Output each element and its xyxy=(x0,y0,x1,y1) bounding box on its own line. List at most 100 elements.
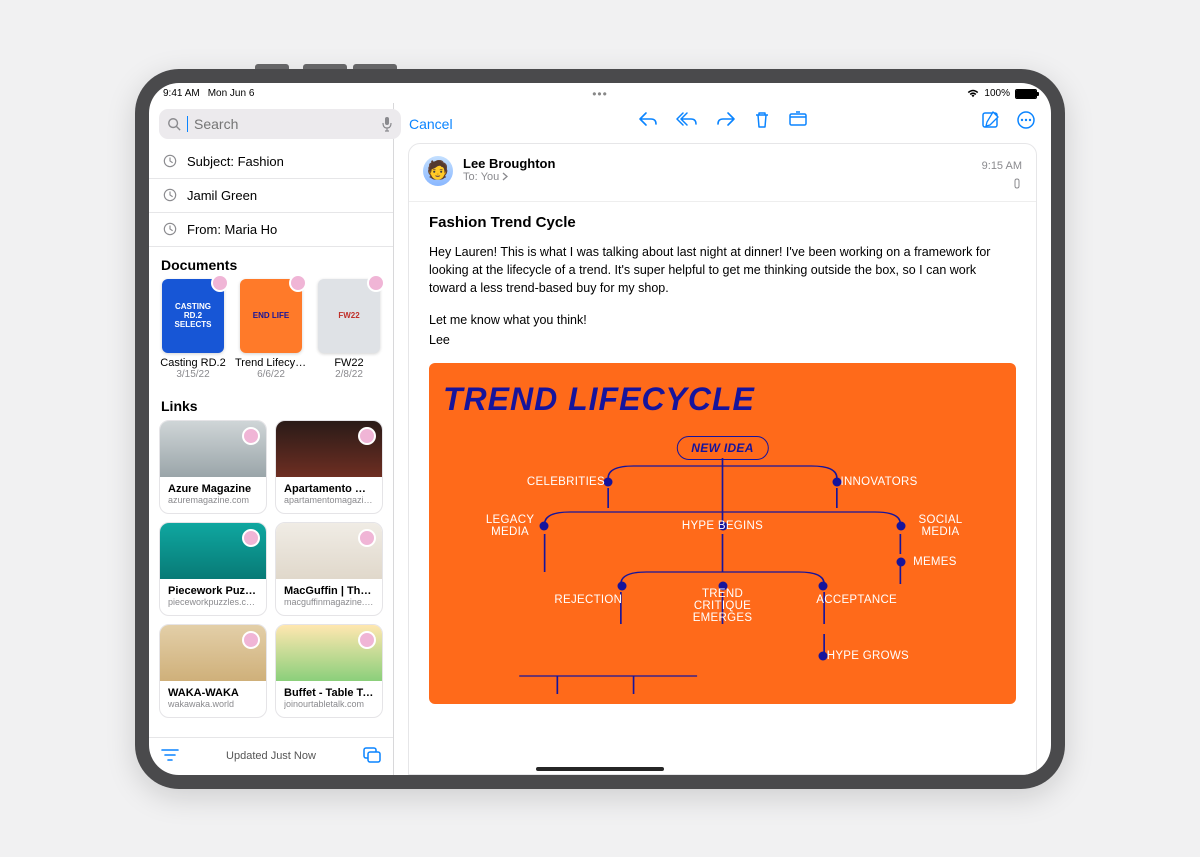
to-value: You xyxy=(481,171,500,183)
link-url: pieceworkpuzzles.com xyxy=(168,597,258,607)
link-url: wakawaka.world xyxy=(168,699,258,709)
link-image xyxy=(160,523,266,579)
flow-node-legacy: LEGACY MEDIA xyxy=(482,514,538,538)
flow-node-celebrities: CELEBRITIES xyxy=(527,476,605,488)
link-avatar-icon xyxy=(358,631,376,649)
link-card[interactable]: Apartamento Maga...apartamentomagazine.c… xyxy=(275,420,383,514)
wifi-icon xyxy=(967,89,979,98)
message-header: 🧑 Lee Broughton To: You 9:15 AM xyxy=(409,144,1036,202)
link-title: Apartamento Maga... xyxy=(284,483,374,495)
flow-node-grows: HYPE GROWS xyxy=(827,650,909,662)
status-time: 9:41 AM xyxy=(163,88,200,99)
link-title: MacGuffin | The Lif... xyxy=(284,585,374,597)
document-name: Casting RD.2 xyxy=(159,357,227,369)
attachment-image[interactable]: TREND LIFECYCLE xyxy=(429,363,1016,704)
reply-all-icon[interactable] xyxy=(676,111,698,134)
link-image xyxy=(160,421,266,477)
attachment-icon xyxy=(982,178,1022,193)
dictate-icon[interactable] xyxy=(381,116,393,132)
documents-row: CASTING RD.2 SELECTS Casting RD.2 3/15/2… xyxy=(149,279,393,390)
message-time: 9:15 AM xyxy=(982,160,1022,172)
link-card[interactable]: Piecework Puzzlespieceworkpuzzles.com xyxy=(159,522,267,616)
recent-icon xyxy=(163,154,177,168)
forward-icon[interactable] xyxy=(716,111,736,134)
attachment-title: TREND LIFECYCLE xyxy=(443,381,1002,418)
link-avatar-icon xyxy=(242,427,260,445)
thumb-text: END LIFE xyxy=(253,311,289,320)
message-paragraph: Let me know what you think! xyxy=(429,311,1016,329)
search-field[interactable] xyxy=(159,109,401,139)
doc-avatar-icon xyxy=(211,274,229,292)
home-indicator[interactable] xyxy=(536,767,664,771)
link-avatar-icon xyxy=(358,529,376,547)
link-image xyxy=(276,625,382,681)
recent-searches: Subject: Fashion Jamil Green From: Maria… xyxy=(149,145,393,247)
link-avatar-icon xyxy=(242,529,260,547)
new-window-icon[interactable] xyxy=(363,747,381,766)
reply-icon[interactable] xyxy=(638,111,658,134)
document-item[interactable]: FW22 FW22 2/8/22 xyxy=(315,279,383,380)
link-avatar-icon xyxy=(242,631,260,649)
link-image xyxy=(160,625,266,681)
search-sidebar: Cancel Subject: Fashion Jamil Green From… xyxy=(149,103,394,775)
power-button xyxy=(255,64,289,69)
link-url: macguffinmagazine.com xyxy=(284,597,374,607)
thumb-text: CASTING RD.2 SELECTS xyxy=(166,302,220,329)
archive-icon[interactable] xyxy=(788,111,808,134)
document-date: 2/8/22 xyxy=(315,369,383,380)
link-title: Piecework Puzzles xyxy=(168,585,258,597)
flow-node-memes: MEMES xyxy=(913,556,957,568)
link-url: azuremagazine.com xyxy=(168,495,258,505)
link-card[interactable]: Azure Magazineazuremagazine.com xyxy=(159,420,267,514)
flowchart: NEW IDEA CELEBRITIES INNOVATORS LEGACY M… xyxy=(443,434,1002,694)
link-card[interactable]: Buffet - Table Talkjoinourtabletalk.com xyxy=(275,624,383,718)
message-pane: 🧑 Lee Broughton To: You 9:15 AM xyxy=(394,103,1051,775)
doc-avatar-icon xyxy=(289,274,307,292)
suggestion-text: Subject: Fashion xyxy=(187,154,284,169)
sender-name[interactable]: Lee Broughton xyxy=(463,156,555,171)
suggestion-item[interactable]: From: Maria Ho xyxy=(149,212,393,246)
suggestion-item[interactable]: Jamil Green xyxy=(149,178,393,212)
flow-node-hype: HYPE BEGINS xyxy=(682,520,763,532)
recent-icon xyxy=(163,222,177,236)
volume-down-button xyxy=(353,64,397,69)
thumb-text: FW22 xyxy=(338,311,359,320)
message-toolbar xyxy=(394,103,1051,143)
recipient-row[interactable]: To: You xyxy=(463,171,555,183)
message-paragraph: Hey Lauren! This is what I was talking a… xyxy=(429,243,1016,297)
link-image xyxy=(276,523,382,579)
flow-node-social: SOCIAL MEDIA xyxy=(915,514,967,538)
screen: 9:41 AM Mon Jun 6 ••• 100% xyxy=(149,83,1051,775)
document-item[interactable]: END LIFE Trend Lifecycle 6/6/22 xyxy=(235,279,307,380)
more-icon[interactable] xyxy=(1017,111,1035,134)
link-card[interactable]: WAKA-WAKAwakawaka.world xyxy=(159,624,267,718)
link-title: WAKA-WAKA xyxy=(168,687,258,699)
multitask-dots-icon[interactable]: ••• xyxy=(592,87,608,101)
suggestion-text: Jamil Green xyxy=(187,188,257,203)
search-icon xyxy=(167,117,181,131)
update-status: Updated Just Now xyxy=(226,750,316,762)
flow-node-rejection: REJECTION xyxy=(554,594,622,606)
ipad-frame: 9:41 AM Mon Jun 6 ••• 100% xyxy=(135,69,1065,789)
flow-node-acceptance: ACCEPTANCE xyxy=(816,594,897,606)
status-date: Mon Jun 6 xyxy=(208,88,255,99)
doc-avatar-icon xyxy=(367,274,385,292)
document-item[interactable]: CASTING RD.2 SELECTS Casting RD.2 3/15/2… xyxy=(159,279,227,380)
chevron-right-icon xyxy=(502,172,509,181)
document-name: FW22 xyxy=(315,357,383,369)
link-card[interactable]: MacGuffin | The Lif...macguffinmagazine.… xyxy=(275,522,383,616)
trash-icon[interactable] xyxy=(754,111,770,134)
flow-node-newidea: NEW IDEA xyxy=(676,436,768,460)
search-input[interactable] xyxy=(194,116,375,132)
suggestion-item[interactable]: Subject: Fashion xyxy=(149,145,393,178)
battery-icon xyxy=(1015,89,1037,99)
filter-icon[interactable] xyxy=(161,748,179,765)
links-grid: Azure Magazineazuremagazine.com Apartame… xyxy=(149,420,393,728)
message-signoff: Lee xyxy=(429,331,1016,349)
sidebar-footer: Updated Just Now xyxy=(149,737,393,775)
document-date: 6/6/22 xyxy=(235,369,307,380)
sender-avatar[interactable]: 🧑 xyxy=(423,156,453,186)
suggestion-text: From: Maria Ho xyxy=(187,222,277,237)
compose-icon[interactable] xyxy=(981,111,999,134)
documents-header: Documents xyxy=(149,247,393,279)
